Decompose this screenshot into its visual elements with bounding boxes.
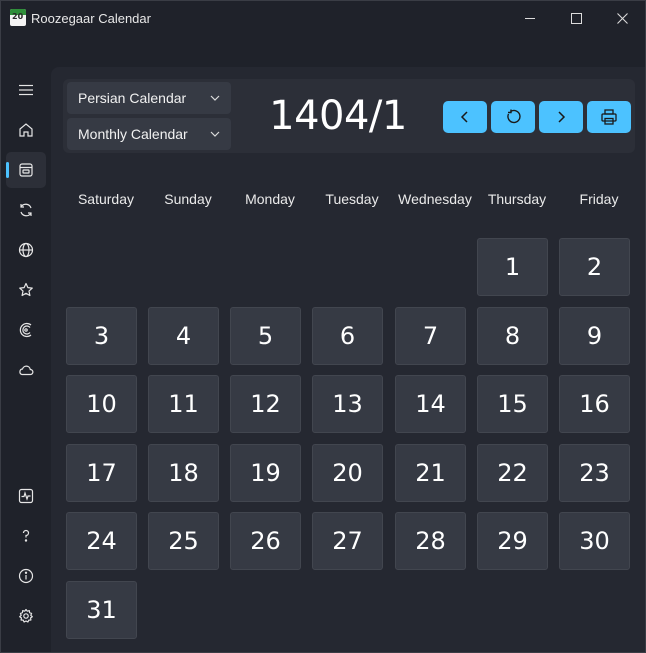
weekday-label: Saturday [77, 191, 135, 207]
moon-phase-icon [19, 322, 32, 338]
calendar-icon [19, 163, 33, 177]
next-month-button[interactable] [539, 101, 583, 133]
chevron-down-icon [210, 95, 220, 101]
star-icon [19, 282, 33, 297]
day-cell[interactable]: 10 [66, 375, 137, 433]
chevron-left-icon [460, 111, 468, 123]
maximize-icon [570, 12, 582, 24]
question-icon [22, 529, 30, 542]
main-content: Persian Calendar Monthly Calendar 1404/1 [51, 67, 645, 652]
day-cell[interactable]: 14 [395, 375, 466, 433]
weekday-label: Monday [245, 191, 295, 207]
day-cell[interactable]: 25 [148, 512, 219, 570]
day-cell[interactable]: 28 [395, 512, 466, 570]
sidebar-item-weather[interactable] [6, 352, 46, 388]
day-cell[interactable]: 30 [559, 512, 630, 570]
refresh-icon [507, 109, 521, 124]
close-icon [616, 12, 628, 24]
day-cell[interactable]: 20 [312, 444, 383, 502]
day-cell[interactable]: 18 [148, 444, 219, 502]
printer-icon [601, 109, 617, 125]
minimize-button[interactable] [507, 1, 553, 35]
day-cell[interactable]: 22 [477, 444, 548, 502]
sidebar-item-calendar[interactable] [6, 152, 46, 188]
day-cell[interactable]: 19 [230, 444, 301, 502]
app-window: 20 Roozegaar Calendar Persian Calendar M… [0, 0, 646, 653]
day-cell[interactable]: 27 [312, 512, 383, 570]
gear-icon [19, 608, 33, 623]
sidebar-item-settings[interactable] [6, 598, 46, 634]
sidebar-item-menu[interactable] [6, 72, 46, 108]
day-cell[interactable]: 16 [559, 375, 630, 433]
current-month-title: 1404/1 [269, 93, 407, 139]
day-cell[interactable]: 15 [477, 375, 548, 433]
day-cell[interactable]: 5 [230, 307, 301, 365]
weekday-label: Friday [579, 191, 619, 207]
day-cell[interactable]: 17 [66, 444, 137, 502]
print-button[interactable] [587, 101, 631, 133]
window-title: Roozegaar Calendar [31, 11, 151, 26]
sync-icon [20, 203, 32, 217]
minimize-icon [525, 17, 535, 19]
cloud-icon [19, 365, 34, 376]
sidebar-item-about[interactable] [6, 558, 46, 594]
sidebar-item-help[interactable] [6, 518, 46, 554]
view-type-value: Monthly Calendar [78, 126, 188, 142]
day-cell[interactable]: 7 [395, 307, 466, 365]
app-logo-icon: 20 [10, 9, 26, 26]
weekday-label: Sunday [164, 191, 212, 207]
weekday-label: Tuesday [325, 191, 379, 207]
day-cell[interactable]: 31 [66, 581, 137, 639]
day-cell[interactable]: 2 [559, 238, 630, 296]
pulse-icon [18, 488, 34, 504]
day-cell[interactable]: 26 [230, 512, 301, 570]
day-cell[interactable]: 3 [66, 307, 137, 365]
weekday-label: Wednesday [398, 191, 472, 207]
day-cell[interactable]: 4 [148, 307, 219, 365]
day-cell[interactable]: 29 [477, 512, 548, 570]
sidebar-item-moon[interactable] [6, 312, 46, 348]
chevron-down-icon [210, 131, 220, 137]
day-cell[interactable]: 12 [230, 375, 301, 433]
close-button[interactable] [599, 1, 645, 35]
sidebar [1, 67, 51, 652]
globe-icon [18, 242, 34, 258]
day-cell[interactable]: 11 [148, 375, 219, 433]
calendar-header: Persian Calendar Monthly Calendar 1404/1 [63, 79, 635, 153]
calendar-type-value: Persian Calendar [78, 90, 187, 106]
day-cell[interactable]: 9 [559, 307, 630, 365]
view-type-select[interactable]: Monthly Calendar [67, 118, 231, 150]
day-cell[interactable]: 23 [559, 444, 630, 502]
day-cell[interactable]: 24 [66, 512, 137, 570]
day-cell[interactable]: 6 [312, 307, 383, 365]
calendar-type-select[interactable]: Persian Calendar [67, 82, 231, 114]
sidebar-item-home[interactable] [6, 112, 46, 148]
chevron-right-icon [558, 111, 566, 123]
home-icon [19, 123, 33, 137]
sidebar-item-world[interactable] [6, 232, 46, 268]
day-cell[interactable]: 21 [395, 444, 466, 502]
sidebar-item-activity[interactable] [6, 478, 46, 514]
hamburger-icon [19, 84, 33, 96]
day-cell[interactable]: 1 [477, 238, 548, 296]
maximize-button[interactable] [553, 1, 599, 35]
previous-month-button[interactable] [443, 101, 487, 133]
app-logo-text: 20 [12, 12, 24, 21]
sidebar-item-favorites[interactable] [6, 272, 46, 308]
info-icon [18, 568, 34, 584]
day-cell[interactable]: 8 [477, 307, 548, 365]
weekday-label: Thursday [487, 191, 547, 207]
reset-today-button[interactable] [491, 101, 535, 133]
title-bar: 20 Roozegaar Calendar [1, 1, 645, 35]
sidebar-item-convert[interactable] [6, 192, 46, 228]
day-cell[interactable]: 13 [312, 375, 383, 433]
